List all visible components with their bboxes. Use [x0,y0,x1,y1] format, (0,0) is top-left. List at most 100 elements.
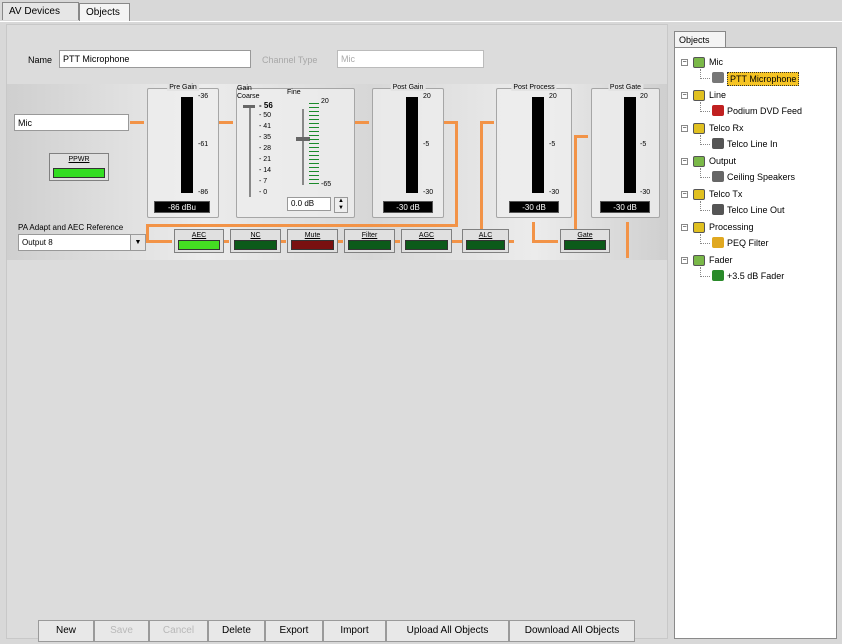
agc-label: AGC [418,232,435,239]
filter-button[interactable]: Filter [344,229,395,253]
input-source-field[interactable]: Mic [14,114,129,131]
collapse-toggle[interactable]: − [681,191,688,198]
wire [455,121,458,225]
microphone-icon [712,72,724,83]
ppwr-label: PPWR [68,156,90,163]
tab-objects[interactable]: Objects [79,3,130,22]
gain-title: Gain [237,85,252,92]
tree-item-telco-line-out[interactable]: Telco Line Out [727,204,785,216]
post-process-tick-bottom: -30 [549,189,560,196]
nc-led [234,240,277,250]
aec-button[interactable]: AEC [174,229,224,253]
pre-gain-meter-group: Pre Gain -36 -61 -86 -86 dBu [147,84,219,218]
ppwr-button[interactable]: PPWR [49,153,109,181]
name-field[interactable]: PTT Microphone [59,50,251,68]
collapse-toggle[interactable]: − [681,125,688,132]
gate-button[interactable]: Gate [560,229,610,253]
nc-label: NC [250,232,261,239]
tab-divider [0,21,842,22]
mic-group-icon [693,57,705,68]
chevron-down-icon[interactable]: ▼ [130,235,145,250]
mute-button[interactable]: Mute [287,229,338,253]
cancel-button: Cancel [149,620,208,642]
post-gain-title: Post Gain [390,84,426,91]
agc-button[interactable]: AGC [401,229,452,253]
coarse-tick: - 56 [259,101,273,110]
post-gain-tick-mid: -5 [423,141,430,148]
tree-connector [700,243,710,245]
wire [146,240,172,243]
wire [509,240,514,243]
tree-group-output[interactable]: Output [709,155,736,167]
download-all-objects-button[interactable]: Download All Objects [509,620,635,642]
collapse-toggle[interactable]: − [681,59,688,66]
tree-group-mic[interactable]: Mic [709,56,723,68]
fine-scale [309,103,319,187]
tree-item-ceiling-speakers[interactable]: Ceiling Speakers [727,171,795,183]
coarse-tick: - 50 [259,112,272,119]
tree-connector [700,177,710,179]
tree-connector [700,144,710,146]
collapse-toggle[interactable]: − [681,92,688,99]
import-button[interactable]: Import [323,620,386,642]
coarse-slider-handle[interactable] [243,105,255,108]
post-gate-title: Post Gate [607,84,644,91]
filter-led [348,240,391,250]
coarse-tick: - 35 [259,134,272,141]
collapse-toggle[interactable]: − [681,158,688,165]
aec-led [178,240,220,250]
wire [480,121,483,241]
coarse-tick: - 0 [259,189,268,196]
tree-group-fader[interactable]: Fader [709,254,733,266]
tree-group-telco-rx[interactable]: Telco Rx [709,122,744,134]
tree-item-peq-filter[interactable]: PEQ Filter [727,237,769,249]
wire [626,222,629,258]
wire [532,222,535,242]
speaker-icon [712,171,724,182]
collapse-toggle[interactable]: − [681,257,688,264]
tree-group-telco-tx[interactable]: Telco Tx [709,188,742,200]
save-button: Save [94,620,149,642]
wire [338,240,343,243]
alc-button[interactable]: ALC [462,229,509,253]
tree-connector [700,78,710,80]
delete-button[interactable]: Delete [208,620,265,642]
wire [281,240,286,243]
channel-type-label: Channel Type [262,55,318,65]
tree-group-line[interactable]: Line [709,89,726,101]
tab-objects-tree[interactable]: Objects [674,31,726,48]
pre-gain-readout: -86 dBu [154,201,210,213]
tree-item--3-5-db-fader[interactable]: +3.5 dB Fader [727,270,784,282]
export-button[interactable]: Export [265,620,323,642]
fine-value-field[interactable]: 0.0 dB [287,197,331,211]
fine-slider-handle[interactable] [296,137,310,141]
name-label: Name [28,55,53,65]
upload-all-objects-button[interactable]: Upload All Objects [386,620,509,642]
post-gain-tick-bottom: -30 [423,189,434,196]
pre-gain-title: Pre Gain [167,84,199,91]
post-gate-meter [624,97,636,193]
pre-gain-tick-top: -36 [198,93,209,100]
post-gain-readout: -30 dB [383,201,433,213]
post-gate-meter-group: Post Gate 20 -5 -30 -30 dB [591,84,660,218]
reference-label: PA Adapt and AEC Reference [18,223,124,232]
tree-item-podium-dvd-feed[interactable]: Podium DVD Feed [727,105,802,117]
peq-filter-icon [712,237,724,248]
tab-av-devices[interactable]: AV Devices [2,2,79,20]
tree-connector [700,111,710,113]
post-process-meter-group: Post Process 20 -5 -30 -30 dB [496,84,572,218]
coarse-slider-track [249,107,251,197]
nc-button[interactable]: NC [230,229,281,253]
reference-select[interactable]: Output 8 ▼ [18,234,146,251]
processing-group-icon [693,222,705,233]
tree-item-telco-line-in[interactable]: Telco Line In [727,138,778,150]
new-button[interactable]: New [38,620,94,642]
line-group-icon [693,90,705,101]
collapse-toggle[interactable]: − [681,224,688,231]
tree-item-ptt-microphone[interactable]: PTT Microphone [727,72,800,86]
tree-group-processing[interactable]: Processing [709,221,754,233]
aec-label: AEC [191,232,207,239]
objects-tree: − Mic PTT Microphone − Line Podium DVD Feed − T… [674,47,837,639]
alc-label: ALC [478,232,493,239]
fine-spinner[interactable]: ▲ ▼ [334,197,348,213]
